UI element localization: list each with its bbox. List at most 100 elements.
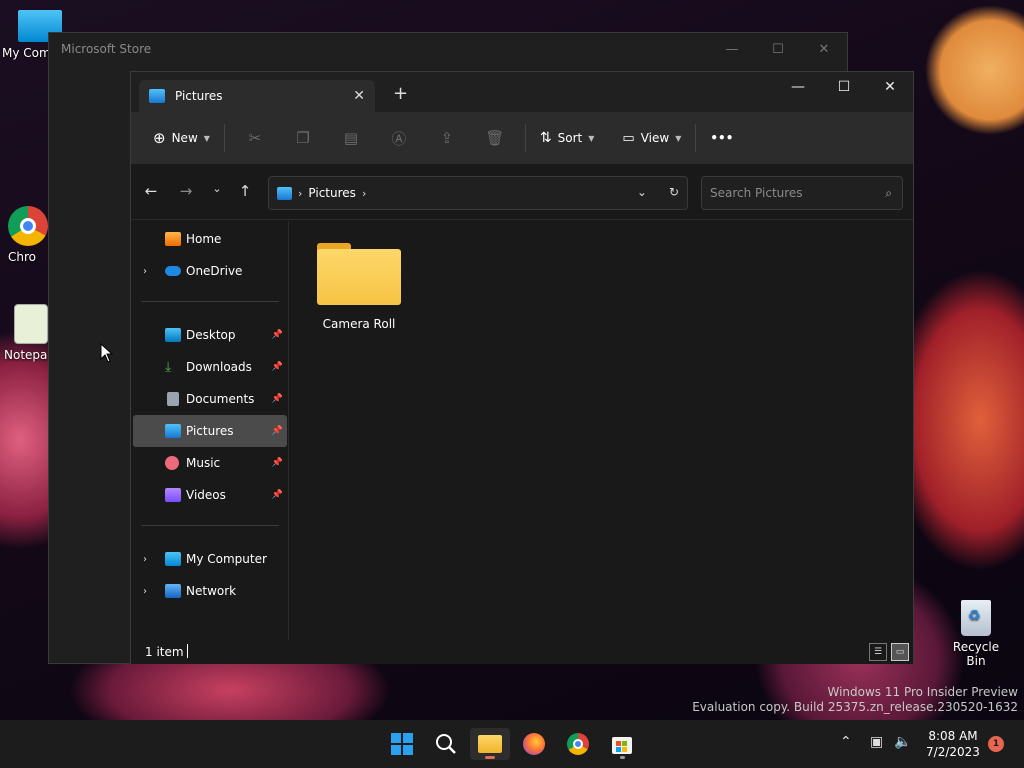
sidebar-item-my-computer[interactable]: › My Computer: [133, 543, 287, 575]
window-controls: — ☐ ✕: [775, 72, 913, 102]
breadcrumb-pictures[interactable]: Pictures: [308, 186, 356, 200]
folder-icon: [478, 735, 502, 753]
new-tab-button[interactable]: +: [393, 83, 408, 104]
paste-button[interactable]: ▤: [327, 122, 375, 154]
chevron-down-icon: ▼: [203, 133, 210, 143]
volume-icon[interactable]: 🔈: [894, 734, 911, 750]
search-input[interactable]: [710, 186, 870, 200]
sidebar-item-home[interactable]: Home: [133, 223, 287, 255]
up-button[interactable]: ↑: [233, 182, 257, 206]
microsoft-store-taskbar-button[interactable]: [602, 728, 642, 760]
chrome-icon: [567, 733, 589, 755]
copy-button[interactable]: ❐: [279, 122, 327, 154]
clock[interactable]: 8:08 AM 7/2/2023: [920, 728, 986, 760]
watermark-line: Evaluation copy. Build 25375.zn_release.…: [692, 700, 1018, 714]
new-label: New: [171, 131, 198, 145]
sidebar-item-label: Videos: [186, 488, 226, 502]
trash-icon: 🗑: [485, 129, 505, 147]
address-bar[interactable]: › Pictures › ⌄ ↻: [268, 176, 688, 210]
close-button[interactable]: ✕: [801, 33, 847, 65]
cloud-icon: [165, 266, 181, 276]
nav-divider: [141, 525, 279, 526]
status-bar: 1 item ☰ ▭: [131, 640, 913, 664]
close-button[interactable]: ✕: [867, 72, 913, 102]
sidebar-item-music[interactable]: Music 📌: [133, 447, 287, 479]
details-view-icon[interactable]: ☰: [869, 643, 887, 661]
address-actions: ⌄ ↻: [637, 185, 679, 199]
search-icon: [436, 734, 456, 754]
navigation-pane: Home › OneDrive Desktop 📌 ⤓ Downloads 📌 …: [131, 221, 289, 641]
sidebar-item-videos[interactable]: Videos 📌: [133, 479, 287, 511]
plus-circle-icon: ⊕: [153, 129, 166, 147]
sidebar-item-onedrive[interactable]: › OneDrive: [133, 255, 287, 287]
chevron-right-icon[interactable]: ›: [143, 266, 147, 277]
notification-badge[interactable]: 1: [988, 736, 1004, 752]
folder-item[interactable]: Camera Roll: [311, 239, 407, 331]
chevron-right-icon[interactable]: ›: [143, 554, 147, 565]
sidebar-item-pictures[interactable]: Pictures 📌: [133, 415, 287, 447]
search-button[interactable]: [426, 728, 466, 760]
window-title: Microsoft Store: [61, 42, 152, 56]
pin-icon: 📌: [271, 426, 283, 436]
refresh-icon[interactable]: ↻: [669, 185, 679, 199]
sort-icon: ⇅: [539, 130, 552, 146]
view-button[interactable]: ▭ View ▼: [614, 122, 689, 154]
network-status-icon[interactable]: ▣: [870, 734, 883, 750]
breadcrumb-chevron-icon: ›: [298, 186, 303, 200]
clock-date: 7/2/2023: [926, 745, 980, 759]
chevron-right-icon[interactable]: ›: [143, 586, 147, 597]
show-hidden-icons-chevron-icon[interactable]: ⌃: [840, 734, 852, 750]
pin-icon: 📌: [271, 458, 283, 468]
tab-close-icon[interactable]: ✕: [353, 88, 365, 104]
recent-locations-button[interactable]: ⌄: [205, 182, 229, 206]
sidebar-item-downloads[interactable]: ⤓ Downloads 📌: [133, 351, 287, 383]
more-options-button[interactable]: •••: [702, 122, 741, 154]
sidebar-item-label: Documents: [186, 392, 255, 406]
monitor-icon: [165, 552, 181, 566]
rename-button[interactable]: Ⓐ: [375, 122, 423, 154]
minimize-button[interactable]: —: [775, 72, 821, 102]
desktop-icon: [165, 328, 181, 342]
sidebar-item-network[interactable]: › Network: [133, 575, 287, 607]
search-icon: ⌕: [885, 186, 892, 200]
sidebar-item-label: Desktop: [186, 328, 236, 342]
desktop-icon-chrome[interactable]: Chro: [8, 206, 48, 264]
back-button[interactable]: ←: [139, 182, 163, 206]
tab-pictures[interactable]: Pictures ✕: [139, 80, 375, 112]
firefox-icon: [523, 733, 545, 755]
toolbar-divider: [223, 124, 225, 152]
forward-button[interactable]: →: [174, 182, 198, 206]
view-icon: ▭: [622, 130, 635, 146]
copy-icon: ❐: [296, 129, 310, 147]
delete-button[interactable]: 🗑: [471, 122, 519, 154]
sidebar-item-documents[interactable]: Documents 📌: [133, 383, 287, 415]
sort-button[interactable]: ⇅ Sort ▼: [532, 122, 603, 154]
tiles-view-icon[interactable]: ▭: [891, 643, 909, 661]
tab-label: Pictures: [175, 89, 223, 103]
title-bar: Pictures ✕ + — ☐ ✕: [131, 72, 913, 112]
folder-label: Camera Roll: [322, 317, 396, 331]
desktop-icon-recycle-bin[interactable]: Recycle Bin: [944, 600, 1008, 668]
sort-label: Sort: [557, 131, 583, 145]
command-bar: ⊕ New ▼ ✂ ❐ ▤ Ⓐ ⇪ 🗑 ⇅ Sort ▼ ▭ View ▼ ••…: [131, 112, 913, 164]
desktop-icon-label: Notepa: [4, 348, 48, 362]
window-controls: — ☐ ✕: [709, 33, 847, 65]
search-box[interactable]: ⌕: [701, 176, 903, 210]
start-button[interactable]: [382, 728, 422, 760]
maximize-button[interactable]: ☐: [755, 33, 801, 65]
sidebar-item-desktop[interactable]: Desktop 📌: [133, 319, 287, 351]
maximize-button[interactable]: ☐: [821, 72, 867, 102]
breadcrumb-chevron-icon[interactable]: ›: [362, 187, 366, 200]
chevron-down-icon[interactable]: ⌄: [637, 185, 647, 199]
file-explorer-window[interactable]: Pictures ✕ + — ☐ ✕ ⊕ New ▼ ✂ ❐ ▤ Ⓐ ⇪ 🗑 ⇅…: [130, 71, 914, 664]
minimize-button[interactable]: —: [709, 33, 755, 65]
cut-button[interactable]: ✂: [231, 122, 279, 154]
clipboard-icon: ▤: [343, 129, 359, 147]
file-explorer-taskbar-button[interactable]: [470, 728, 510, 760]
new-button[interactable]: ⊕ New ▼: [145, 122, 218, 154]
chrome-taskbar-button[interactable]: [558, 728, 598, 760]
desktop-icon-notepad[interactable]: Notepa: [4, 304, 48, 362]
sidebar-item-label: Pictures: [186, 424, 234, 438]
firefox-taskbar-button[interactable]: [514, 728, 554, 760]
share-button[interactable]: ⇪: [423, 122, 471, 154]
